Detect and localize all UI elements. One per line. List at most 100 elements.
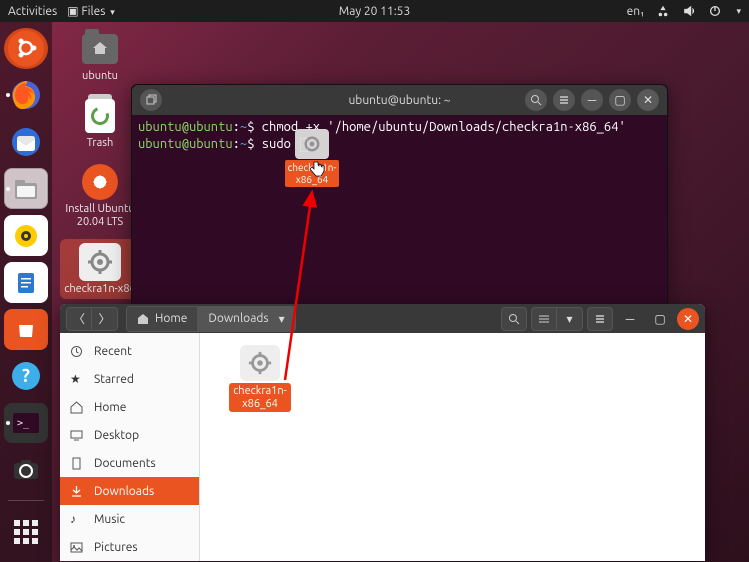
document-icon [13,270,39,296]
minimize-icon: ─ [588,93,597,107]
apps-grid-icon [14,520,38,544]
dock-camera[interactable] [4,449,48,490]
desktop-installer-label: Install Ubuntu 20.04 LTS [65,203,134,228]
minimize-button[interactable]: ─ [581,89,603,111]
files-close-button[interactable]: ✕ [677,308,699,330]
terminal-body[interactable]: ubuntu@ubuntu:~$ chmod +x '/home/ubuntu/… [132,115,667,157]
files-headerbar[interactable]: 〈 〉 Home Downloads ▾ ▾ [60,304,705,333]
dragged-file-ghost: checkra1n- x86_64 [282,129,342,187]
files-menu-button[interactable] [587,307,613,331]
power-icon[interactable] [708,4,722,18]
search-icon [508,313,520,325]
system-menu-caret-icon[interactable]: ▾ [736,6,741,17]
dock-libreoffice[interactable] [4,262,48,303]
dock-rhythmbox[interactable] [4,215,48,256]
dock-thunderbird[interactable] [4,122,48,163]
close-icon: ✕ [643,93,653,107]
dock: ? >_ [0,22,52,562]
show-applications[interactable] [4,511,48,552]
shopping-bag-icon [15,318,37,340]
files-search-button[interactable] [501,307,527,331]
firefox-icon [9,78,43,112]
files-minimize-button[interactable]: ─ [617,307,643,331]
volume-icon[interactable] [682,4,696,18]
search-icon [530,94,542,106]
forward-button[interactable]: 〉 [92,307,118,331]
term-user: ubuntu@ubuntu [138,120,233,134]
desktop-home-label: ubuntu [82,70,118,83]
term-user: ubuntu@ubuntu [138,137,233,151]
maximize-button[interactable]: ▢ [609,89,631,111]
desktop-installer[interactable]: Install Ubuntu 20.04 LTS [60,159,140,232]
files-content-area[interactable]: checkra1n- x86_64 [200,333,705,561]
desktop-icon [70,429,84,442]
chevron-down-icon: ▾ [110,7,115,17]
files-icon [11,174,41,204]
pictures-icon [70,541,84,554]
hamburger-icon [558,94,570,106]
sidebar-label: Starred [94,373,134,386]
trash-icon [85,99,115,133]
sidebar-pictures[interactable]: Pictures [60,533,199,561]
clock-icon [70,345,84,358]
back-button[interactable]: 〈 [66,307,92,331]
close-icon: ✕ [683,312,693,326]
top-bar: Activities ▣ Files ▾ May 20 11:53 en₁ ▾ [0,0,749,22]
sidebar-label: Downloads [94,485,154,498]
drag-cursor-icon [309,161,325,177]
view-options-button[interactable]: ▾ [557,307,583,331]
sidebar-starred[interactable]: ★ Starred [60,365,199,393]
new-tab-button[interactable] [140,89,162,111]
executable-icon [240,345,280,381]
terminal-search-button[interactable] [525,89,547,111]
dock-separator [8,500,44,501]
files-menu-label: Files [81,5,105,18]
list-view-button[interactable] [531,307,557,331]
minimize-icon: ─ [626,312,635,326]
ubuntu-icon [13,35,39,61]
new-tab-icon [145,94,157,106]
files-window: 〈 〉 Home Downloads ▾ ▾ [60,304,705,561]
files-maximize-button[interactable]: ▢ [647,307,673,331]
home-icon [70,401,84,414]
sidebar-music[interactable]: ♪ Music [60,505,199,533]
dock-terminal[interactable]: >_ [4,403,48,444]
terminal-icon: >_ [13,413,39,433]
sidebar-label: Pictures [94,541,138,554]
file-label: checkra1n- x86_64 [229,383,291,412]
svg-text:?: ? [22,366,30,386]
desktop-home-folder[interactable]: ubuntu [60,26,140,87]
help-icon: ? [9,359,43,393]
dock-ubuntu-logo[interactable] [4,28,48,69]
terminal-titlebar[interactable]: ubuntu@ubuntu: ~ ─ ▢ ✕ [132,85,667,115]
files-menu[interactable]: ▣ Files ▾ [67,4,115,18]
sidebar-desktop[interactable]: Desktop [60,421,199,449]
home-icon [137,313,149,325]
sidebar-label: Music [94,513,125,526]
path-downloads[interactable]: Downloads ▾ [198,307,294,331]
close-button[interactable]: ✕ [637,89,659,111]
dock-files[interactable] [4,168,48,209]
terminal-menu-button[interactable] [553,89,575,111]
desktop-checkra1n[interactable]: checkra1n-x86 [60,239,140,300]
sidebar-home[interactable]: Home [60,393,199,421]
desktop-trash[interactable]: Trash [60,93,140,154]
svg-text:>_: >_ [17,418,30,429]
downloads-icon [70,485,84,498]
sidebar-recent[interactable]: Recent [60,337,199,365]
clock[interactable]: May 20 11:53 [339,5,410,18]
sidebar-label: Desktop [94,429,139,442]
activities-button[interactable]: Activities [8,5,57,18]
dock-help[interactable]: ? [4,356,48,397]
path-home[interactable]: Home [127,307,198,331]
network-icon[interactable] [656,4,670,18]
dock-firefox[interactable] [4,75,48,116]
dock-software[interactable] [4,309,48,350]
path-home-label: Home [155,312,187,325]
music-icon: ♪ [70,512,84,526]
file-checkra1n[interactable]: checkra1n- x86_64 [220,345,300,412]
desktop-checkra1n-label: checkra1n-x86 [64,283,136,296]
sidebar-documents[interactable]: Documents [60,449,199,477]
input-language[interactable]: en₁ [627,5,645,18]
sidebar-downloads[interactable]: Downloads [60,477,199,505]
